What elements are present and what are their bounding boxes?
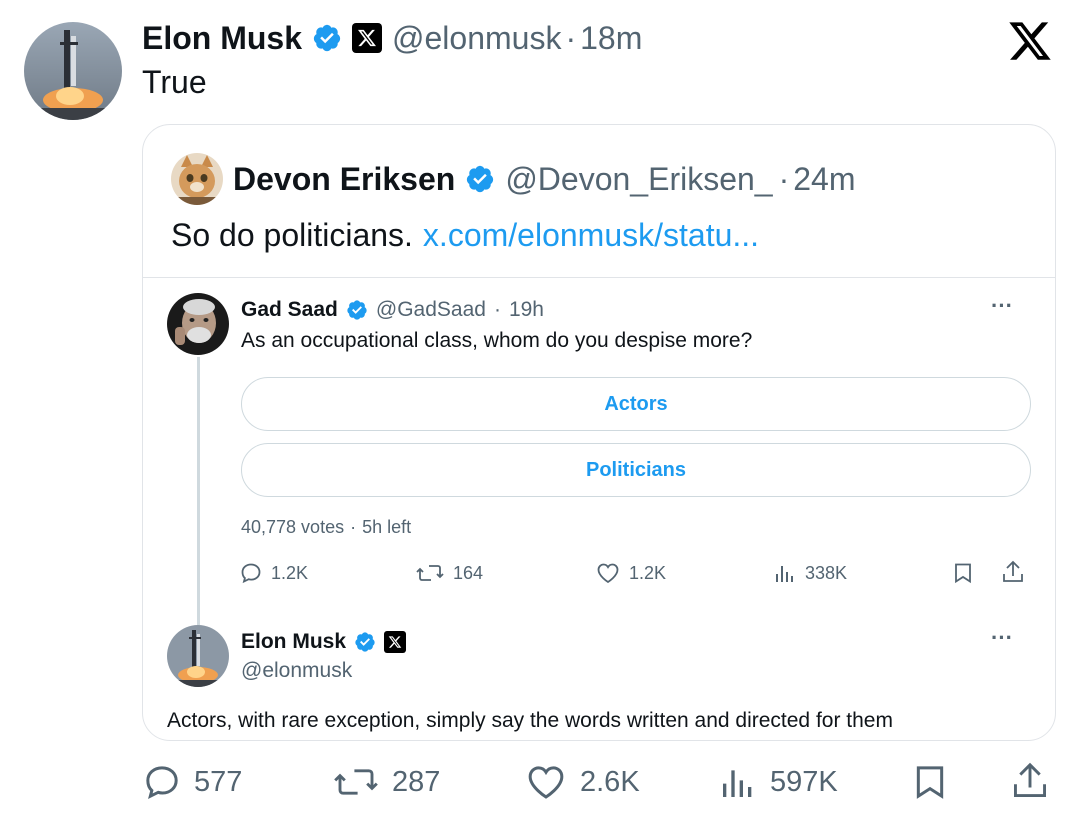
poll-time-left: 5h left [362, 517, 412, 537]
embedded-like-action[interactable]: 1.2K [595, 561, 666, 585]
verified-badge-icon [465, 164, 495, 194]
embedded-repost-count: 164 [453, 562, 484, 583]
reply-author-name[interactable]: Elon Musk [241, 630, 346, 654]
avatar-elon-reply[interactable] [167, 625, 229, 687]
embedded-separator: · [493, 298, 501, 321]
main-views-count: 597K [770, 765, 838, 798]
reply-tweet-text: Actors, with rare exception, simply say … [167, 709, 893, 732]
avatar-gad-saad[interactable] [167, 293, 229, 355]
main-handle[interactable]: @elonmusk [392, 20, 561, 57]
bookmark-icon [916, 766, 944, 799]
repost-icon [416, 565, 444, 581]
thread-line [197, 357, 200, 625]
main-views-action[interactable]: 597K [718, 762, 838, 802]
main-separator: · [565, 19, 577, 56]
embedded-like-count: 1.2K [629, 562, 667, 583]
embedded-bookmark-action[interactable] [951, 561, 975, 585]
verified-badge-icon [354, 631, 376, 653]
main-reply-count: 577 [194, 765, 243, 798]
x-logo-icon[interactable] [1006, 18, 1054, 69]
embedded-share-action[interactable] [1001, 559, 1025, 585]
quote-timestamp[interactable]: 24m [793, 161, 855, 198]
poll-option-politicians[interactable]: Politicians [241, 443, 1031, 497]
poll-votes: 40,778 votes [241, 517, 345, 537]
bookmark-icon [955, 563, 971, 584]
main-like-count: 2.6K [580, 765, 640, 798]
embedded-more-icon[interactable]: ··· [991, 293, 1013, 319]
views-icon [776, 566, 793, 582]
poll-option-actors[interactable]: Actors [241, 377, 1031, 431]
embedded-reply-count: 1.2K [271, 562, 309, 583]
quote-author-name[interactable]: Devon Eriksen [233, 161, 455, 198]
main-bookmark-action[interactable] [910, 762, 950, 802]
reply-icon [146, 766, 178, 799]
main-tweet-text: True [142, 64, 207, 100]
main-repost-count: 287 [392, 765, 441, 798]
embedded-reply-action[interactable]: 1.2K [239, 561, 308, 585]
verified-badge-icon [346, 299, 368, 321]
quote-separator: · [778, 160, 790, 197]
main-reply-action[interactable]: 577 [142, 762, 242, 802]
embedded-handle[interactable]: @GadSaad [376, 298, 486, 322]
quote-tweet-card[interactable]: Devon Eriksen @Devon_Eriksen_ · 24m So d… [142, 124, 1056, 741]
poll-dot: · [350, 517, 357, 537]
reply-more-icon[interactable]: ··· [991, 625, 1013, 651]
quote-link[interactable]: x.com/elonmusk/statu... [423, 217, 759, 254]
repost-icon [334, 769, 378, 795]
x-logo-badge-icon [352, 23, 383, 53]
embedded-timestamp[interactable]: 19h [509, 298, 544, 322]
quote-divider [143, 277, 1055, 278]
embedded-author-name[interactable]: Gad Saad [241, 298, 338, 322]
embedded-tweet-text: As an occupational class, whom do you de… [241, 329, 753, 352]
main-like-action[interactable]: 2.6K [524, 762, 640, 802]
quote-handle[interactable]: @Devon_Eriksen_ [505, 161, 772, 198]
main-timestamp[interactable]: 18m [580, 20, 642, 57]
embedded-views-count: 338K [805, 562, 848, 583]
main-author-name[interactable]: Elon Musk [142, 20, 302, 57]
quote-text: So do politicians. [171, 217, 413, 253]
views-icon [723, 770, 752, 797]
main-repost-action[interactable]: 287 [332, 762, 440, 802]
embedded-repost-action[interactable]: 164 [415, 561, 483, 585]
reply-handle[interactable]: @elonmusk [241, 659, 352, 683]
like-icon [528, 766, 564, 799]
reply-icon [241, 563, 261, 584]
share-icon [1014, 762, 1046, 797]
avatar-devon[interactable] [171, 153, 223, 205]
embedded-views-action[interactable]: 338K [773, 561, 847, 585]
like-icon [597, 563, 619, 584]
x-logo-badge-icon [384, 631, 407, 653]
avatar-elon-main[interactable] [24, 22, 122, 120]
main-share-action[interactable] [1010, 760, 1050, 802]
verified-badge-icon [312, 23, 342, 53]
share-icon [1003, 560, 1023, 582]
